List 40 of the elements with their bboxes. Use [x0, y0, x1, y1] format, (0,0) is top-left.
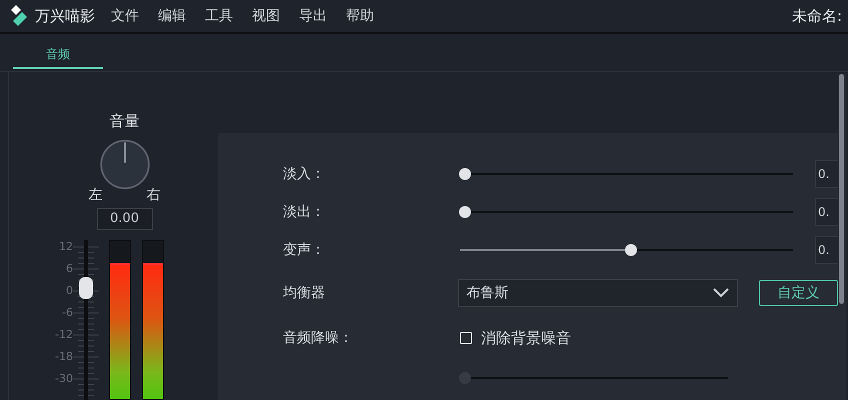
- chevron-down-icon: [713, 288, 730, 298]
- volume-value-field[interactable]: 0.00: [96, 208, 152, 230]
- menu-item[interactable]: 编辑: [158, 7, 186, 25]
- left-label: 左: [88, 186, 102, 204]
- menu-item[interactable]: 视图: [252, 7, 280, 25]
- right-label: 右: [146, 186, 160, 204]
- setting-label: 音频降噪：: [283, 329, 354, 347]
- menu-item[interactable]: 帮助: [346, 7, 374, 25]
- scale-label: 12: [58, 241, 73, 255]
- scale-label: -6: [61, 307, 73, 321]
- checkbox[interactable]: [460, 332, 472, 344]
- value-field[interactable]: 0.: [815, 236, 838, 264]
- scale-label: -18: [54, 351, 73, 365]
- scale-label: -30: [54, 373, 73, 387]
- fader-thumb[interactable]: [79, 277, 93, 300]
- volume-fader[interactable]: [73, 240, 99, 400]
- slider[interactable]: [460, 205, 794, 219]
- tab[interactable]: 音频: [13, 46, 103, 69]
- scale-label: 6: [65, 263, 73, 277]
- menu-item[interactable]: 导出: [299, 7, 327, 25]
- app-name: 万兴喵影: [35, 6, 95, 26]
- logo-icon: [10, 5, 28, 27]
- customize-button[interactable]: 自定义: [759, 280, 838, 306]
- scrollbar[interactable]: [838, 74, 846, 400]
- equalizer-dropdown[interactable]: 布鲁斯: [458, 279, 738, 307]
- value-field[interactable]: 0.: [815, 198, 838, 226]
- menu-item[interactable]: 文件: [111, 7, 139, 25]
- scale-label: -12: [54, 329, 73, 343]
- setting-label: 淡出：: [283, 203, 326, 221]
- project-title: 未命名:: [792, 6, 842, 26]
- checkbox-label: 消除背景噪音: [481, 328, 571, 348]
- scale-label: 0: [65, 285, 73, 299]
- value-field[interactable]: 0.: [815, 160, 838, 188]
- setting-label: 变声：: [283, 241, 326, 259]
- setting-label: 淡入：: [283, 165, 326, 183]
- slider[interactable]: [460, 243, 794, 257]
- slider[interactable]: [460, 167, 794, 181]
- menu-item[interactable]: 工具: [205, 7, 233, 25]
- volume-label: 音量: [110, 112, 140, 131]
- setting-label: 均衡器: [283, 284, 326, 302]
